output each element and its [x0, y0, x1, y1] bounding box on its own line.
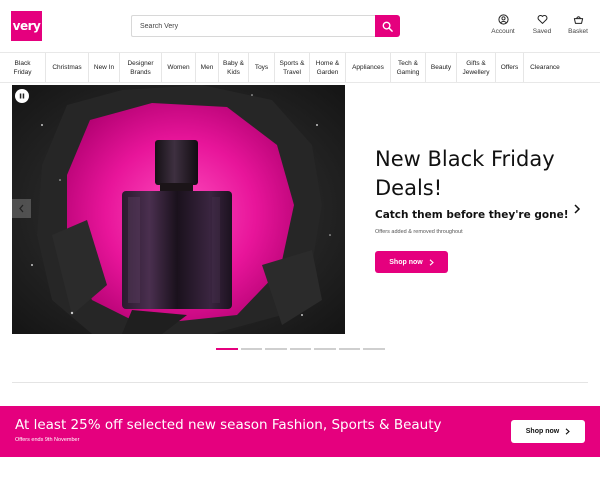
slideshow-pause-button[interactable] [15, 89, 29, 103]
nav-item-christmas[interactable]: Christmas [46, 53, 89, 82]
nav-item-clearance[interactable]: Clearance [524, 53, 566, 82]
saved-label: Saved [532, 28, 552, 35]
basket-icon [573, 16, 583, 24]
hero-title: New Black Friday Deals! [375, 147, 555, 200]
promo-shop-now-label: Shop now [525, 428, 560, 435]
chevron-left-icon [19, 204, 24, 213]
nav-item-women[interactable]: Women [162, 53, 196, 82]
hero-note: Offers added & removed throughout [375, 229, 463, 235]
search-bar [131, 15, 400, 37]
search-input[interactable] [131, 15, 375, 37]
main-nav: Black Friday Christmas New In Designer B… [0, 52, 600, 83]
nav-item-men[interactable]: Men [196, 53, 219, 82]
search-icon [382, 21, 393, 32]
promo-note: Offers ends 9th November [15, 437, 80, 443]
basket-button[interactable]: Basket [558, 14, 598, 35]
carousel-dot[interactable] [289, 348, 311, 350]
carousel-dot[interactable] [338, 348, 360, 350]
saved-button[interactable]: Saved [522, 14, 562, 35]
promo-shop-now-button[interactable]: Shop now [511, 420, 585, 443]
section-divider [12, 382, 588, 383]
pause-icon [19, 93, 25, 99]
carousel-dot[interactable] [363, 348, 385, 350]
account-label: Account [491, 28, 515, 35]
nav-item-home-garden[interactable]: Home & Garden [310, 53, 346, 82]
promo-title: At least 25% off selected new season Fas… [15, 417, 442, 433]
account-button[interactable]: Account [483, 14, 523, 35]
heart-icon [537, 15, 547, 24]
nav-item-offers[interactable]: Offers [496, 53, 524, 82]
nav-item-sports-travel[interactable]: Sports & Travel [275, 53, 310, 82]
promo-banner[interactable]: At least 25% off selected new season Fas… [0, 406, 600, 457]
nav-item-toys[interactable]: Toys [249, 53, 275, 82]
carousel-dot[interactable] [314, 348, 336, 350]
nav-item-baby-kids[interactable]: Baby & Kids [219, 53, 249, 82]
nav-item-black-friday[interactable]: Black Friday [0, 53, 46, 82]
carousel-indicators [216, 348, 385, 350]
account-icon [497, 14, 509, 25]
chevron-right-icon [429, 258, 434, 266]
carousel-dot[interactable] [240, 348, 262, 350]
hero-shop-now-label: Shop now [389, 258, 423, 266]
chevron-right-icon [565, 428, 571, 435]
nav-item-gifts-jewellery[interactable]: Gifts & Jewellery [457, 53, 496, 82]
nav-item-beauty[interactable]: Beauty [426, 53, 457, 82]
nav-item-new-in[interactable]: New In [89, 53, 120, 82]
site-header: very Account Saved Basket [0, 0, 600, 52]
hero-image[interactable] [12, 85, 345, 334]
carousel-dot[interactable] [265, 348, 287, 350]
chevron-right-icon [574, 204, 581, 214]
nav-item-tech-gaming[interactable]: Tech & Gaming [391, 53, 426, 82]
very-logo[interactable]: very [11, 11, 42, 41]
perfume-bottle-hero-image [12, 85, 345, 334]
carousel-next-button[interactable] [569, 201, 585, 217]
basket-label: Basket [568, 28, 588, 35]
nav-item-designer-brands[interactable]: Designer Brands [120, 53, 162, 82]
carousel-prev-button[interactable] [12, 199, 31, 218]
hero-shop-now-button[interactable]: Shop now [375, 251, 448, 273]
search-button[interactable] [375, 15, 400, 37]
nav-item-appliances[interactable]: Appliances [346, 53, 391, 82]
hero-subtitle: Catch them before they're gone! [375, 209, 569, 221]
carousel-dot[interactable] [216, 348, 238, 350]
